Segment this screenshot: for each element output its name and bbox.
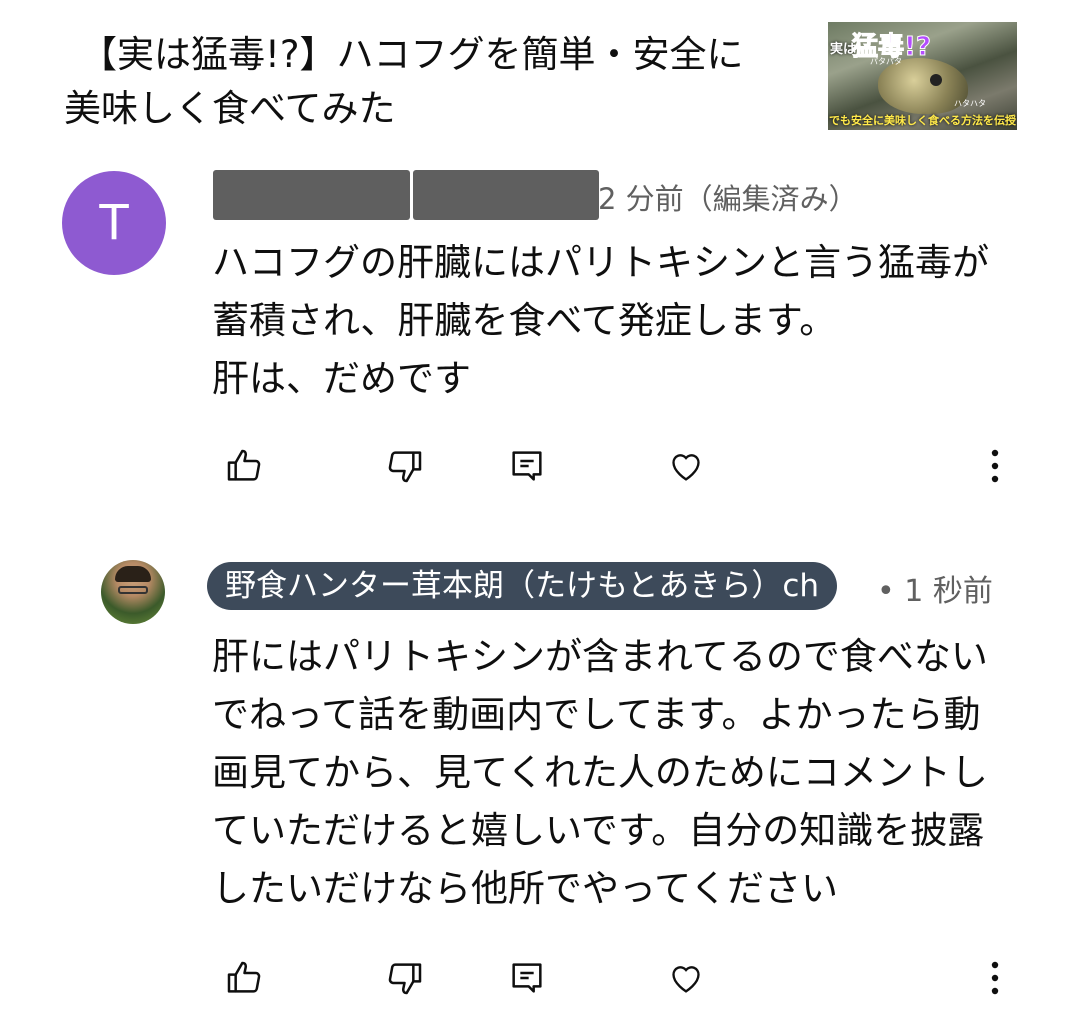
video-title-line2: 美味しく食べてみた	[64, 87, 396, 130]
reply-actions	[0, 948, 1080, 1008]
dislike-icon	[388, 963, 422, 995]
dislike-button[interactable]	[375, 948, 435, 1008]
like-icon	[227, 449, 261, 481]
reply-line: 肝にはパリトキシンが含まれてるので食べない	[212, 635, 988, 678]
reply-icon	[512, 963, 542, 993]
more-vert-icon	[991, 961, 999, 995]
comment-line: 肝は、だめです	[212, 357, 471, 400]
video-thumbnail[interactable]: 実は 猛毒!? パタパタ ハタハタ でも安全に美味しく食べる方法を伝授	[828, 22, 1017, 130]
video-title-line1: 【実は猛毒!?】ハコフグを簡単・安全に	[80, 33, 744, 76]
reply-author-name[interactable]: 野食ハンター茸本朗（たけもとあきら）ch	[207, 562, 838, 610]
reply-timestamp: • 1 秒前	[877, 574, 993, 609]
heart-icon	[672, 966, 700, 993]
heart-icon	[672, 454, 700, 481]
comment-line: 蓄積され、肝臓を食べて発症します。	[212, 299, 837, 342]
dislike-button[interactable]	[375, 436, 435, 496]
reply-button[interactable]	[497, 436, 557, 496]
more-options-button[interactable]	[975, 436, 1015, 496]
comment-actions	[0, 436, 1080, 496]
heart-button[interactable]	[656, 948, 716, 1008]
reply-line: 画見てから、見てくれた人のためにコメントし	[212, 751, 988, 794]
comment-timestamp: 2 分前（編集済み）	[598, 182, 858, 216]
comment-text: ハコフグの肝臓にはパリトキシンと言う猛毒が 蓄積され、肝臓を食べて発症します。 …	[212, 234, 1032, 408]
reply-icon	[512, 451, 542, 481]
reply-line: ていただけると嬉しいです。自分の知識を披露	[212, 809, 985, 852]
reply-author-avatar[interactable]	[101, 560, 165, 624]
reply-line: したいだけなら他所でやってください	[212, 867, 839, 910]
thumbnail-tag-b: ハタハタ	[954, 99, 986, 108]
dislike-icon	[388, 451, 422, 483]
reply-text: 肝にはパリトキシンが含まれてるので食べない でねって話を動画内でしてます。よかっ…	[212, 628, 1032, 918]
avatar-hair	[115, 566, 151, 582]
video-title[interactable]: 【実は猛毒!?】ハコフグを簡単・安全に 美味しく食べてみた	[64, 28, 784, 136]
reply-button[interactable]	[497, 948, 557, 1008]
thumbnail-caption: でも安全に美味しく食べる方法を伝授	[829, 114, 1016, 127]
redacted-username-block	[213, 170, 410, 220]
more-vert-icon	[991, 449, 999, 483]
like-button[interactable]	[214, 436, 274, 496]
heart-button[interactable]	[656, 436, 716, 496]
reply-line: でねって話を動画内でしてます。よかったら動	[212, 693, 981, 736]
like-icon	[227, 961, 261, 993]
thumbnail-fish-eye	[930, 74, 942, 86]
thumbnail-tag-a: パタパタ	[870, 57, 902, 66]
redacted-username-block	[413, 170, 599, 220]
commenter-avatar[interactable]: T	[62, 171, 166, 275]
avatar-glasses	[118, 586, 148, 594]
comment-line: ハコフグの肝臓にはパリトキシンと言う猛毒が	[212, 241, 989, 284]
like-button[interactable]	[214, 948, 274, 1008]
more-options-button[interactable]	[975, 948, 1015, 1008]
